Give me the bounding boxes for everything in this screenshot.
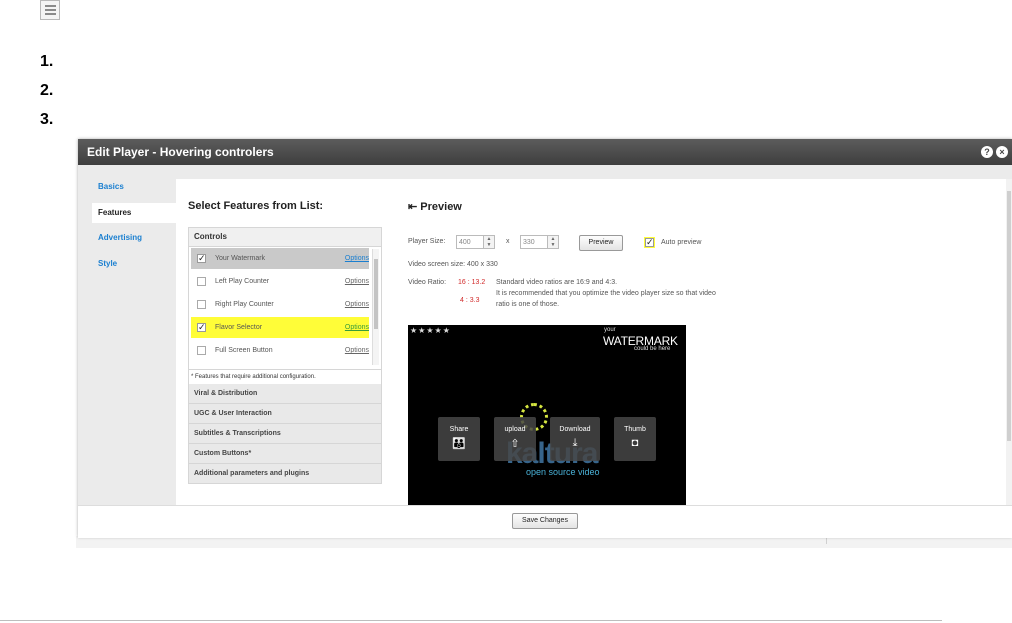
ratio-label: Video Ratio: — [408, 279, 447, 286]
step-number: 3. — [40, 111, 54, 128]
tile-label: Thumb — [624, 426, 646, 433]
edit-player-dialog: Edit Player - Hovering controlers ? × Ba… — [78, 139, 1012, 538]
section-custom-buttons[interactable]: Custom Buttons* — [188, 444, 382, 464]
share-icon: 👪 — [452, 438, 466, 450]
options-link[interactable]: Options — [345, 294, 369, 315]
content-scrollbar[interactable] — [1006, 179, 1012, 505]
tile-label: Share — [449, 426, 469, 433]
auto-preview-label: Auto preview — [661, 239, 702, 246]
auto-preview-highlight: ✓ — [644, 237, 655, 248]
step-number: 1. — [40, 53, 54, 70]
checkbox-icon[interactable]: ✓ — [197, 323, 206, 332]
share-button[interactable]: Share 👪 — [438, 417, 480, 461]
tile-label: Download — [559, 426, 591, 433]
dialog-title: Edit Player - Hovering controlers — [87, 145, 274, 159]
screen-size-text: Video screen size: 400 x 330 — [408, 261, 498, 268]
section-additional-params[interactable]: Additional parameters and plugins — [188, 464, 382, 484]
content-top-band — [176, 165, 1012, 179]
sidebar-item-style[interactable]: Style — [78, 254, 176, 274]
controls-list: ✓ Your Watermark Options Left Play Count… — [188, 247, 382, 370]
feature-label: Right Play Counter — [215, 301, 274, 308]
save-changes-button[interactable]: Save Changes — [512, 513, 578, 529]
options-link[interactable]: Options — [345, 317, 369, 338]
download-button[interactable]: Download ⤓ — [550, 417, 600, 461]
steps-list: 1. 2. 3. — [40, 52, 53, 139]
section-subtitles[interactable]: Subtitles & Transcriptions — [188, 424, 382, 444]
document-list-icon — [40, 0, 60, 20]
tile-label: upload — [504, 426, 526, 433]
features-footnote: * Features that require additional confi… — [188, 370, 382, 384]
collapse-arrow-icon[interactable]: ⇤ — [408, 201, 420, 213]
ratio-b: 4 : 3.3 — [460, 297, 480, 304]
step-number: 2. — [40, 82, 54, 99]
feature-row-right-play-counter[interactable]: Right Play Counter Options — [191, 294, 369, 315]
rating-stars[interactable]: ★★★★★ — [410, 326, 451, 335]
preview-button[interactable]: Preview — [579, 235, 623, 251]
thumb-button[interactable]: Thumb ◘ — [614, 417, 656, 461]
player-size-label: Player Size: — [408, 238, 446, 245]
download-icon: ⤓ — [572, 437, 578, 449]
feature-row-watermark[interactable]: ✓ Your Watermark Options — [191, 248, 369, 269]
auto-preview-checkbox[interactable]: ✓ — [645, 238, 654, 247]
feature-row-full-screen[interactable]: Full Screen Button Options — [191, 340, 369, 361]
features-content: Select Features from List: Controls ✓ Yo… — [176, 179, 1006, 505]
sidebar: Basics Features Advertising Style — [78, 165, 176, 505]
player-width-input[interactable]: 400 — [456, 235, 486, 249]
times-label: x — [506, 238, 510, 245]
section-viral-distribution[interactable]: Viral & Distribution — [188, 384, 382, 404]
features-heading: Select Features from List: — [188, 200, 324, 212]
divider — [0, 620, 942, 621]
scrollbar-thumb[interactable] — [1007, 191, 1011, 441]
upload-button[interactable]: upload ⇧ — [494, 417, 536, 461]
watermark-sub: could be here — [634, 346, 671, 352]
controls-header[interactable]: Controls — [188, 227, 382, 247]
checkbox-icon[interactable] — [197, 277, 206, 286]
scrollbar-thumb[interactable] — [374, 259, 378, 329]
preview-heading-text: Preview — [420, 201, 462, 213]
camera-icon: ◘ — [631, 437, 639, 449]
height-stepper[interactable]: ▲ ▼ — [547, 235, 559, 249]
sidebar-item-advertising[interactable]: Advertising — [78, 228, 176, 248]
feature-label: Full Screen Button — [215, 347, 273, 354]
ratio-a: 16 : 13.2 — [458, 279, 486, 286]
feature-label: Your Watermark — [215, 255, 266, 262]
feature-label: Left Play Counter — [215, 278, 270, 285]
options-link[interactable]: Options — [345, 248, 369, 269]
dialog-titlebar: Edit Player - Hovering controlers ? × — [78, 139, 1012, 165]
list-scrollbar[interactable] — [372, 249, 379, 365]
dialog-footer: Save Changes — [78, 505, 1012, 538]
options-link[interactable]: Options — [345, 271, 369, 292]
upload-icon: ⇧ — [510, 438, 520, 450]
help-icon[interactable]: ? — [981, 146, 993, 158]
features-panel: Controls ✓ Your Watermark Options Left P… — [188, 227, 382, 484]
ratio-note: Standard video ratios are 16:9 and 4:3. — [496, 279, 618, 286]
checkbox-icon[interactable]: ✓ — [197, 254, 206, 263]
checkbox-icon[interactable] — [197, 300, 206, 309]
width-stepper[interactable]: ▲ ▼ — [483, 235, 495, 249]
options-link[interactable]: Options — [345, 340, 369, 361]
feature-label: Flavor Selector — [215, 324, 263, 331]
feature-row-left-play-counter[interactable]: Left Play Counter Options — [191, 271, 369, 292]
ratio-note: It is recommended that you optimize the … — [496, 290, 716, 297]
kaltura-tagline: open source video — [526, 467, 600, 477]
player-height-input[interactable]: 330 — [520, 235, 550, 249]
checkbox-icon[interactable] — [197, 346, 206, 355]
video-player[interactable]: ★★★★★ your WATERMARK could be here kaltu… — [408, 325, 686, 505]
preview-heading: ⇤ Preview — [408, 200, 462, 213]
watermark-small: your — [604, 327, 616, 333]
sidebar-item-basics[interactable]: Basics — [78, 177, 176, 197]
close-icon[interactable]: × — [996, 146, 1008, 158]
section-ugc-interaction[interactable]: UGC & User Interaction — [188, 404, 382, 424]
ratio-note: ratio is one of those. — [496, 301, 560, 308]
feature-row-flavor-selector[interactable]: ✓ Flavor Selector Options — [191, 317, 369, 338]
sidebar-item-features[interactable]: Features — [92, 203, 176, 223]
